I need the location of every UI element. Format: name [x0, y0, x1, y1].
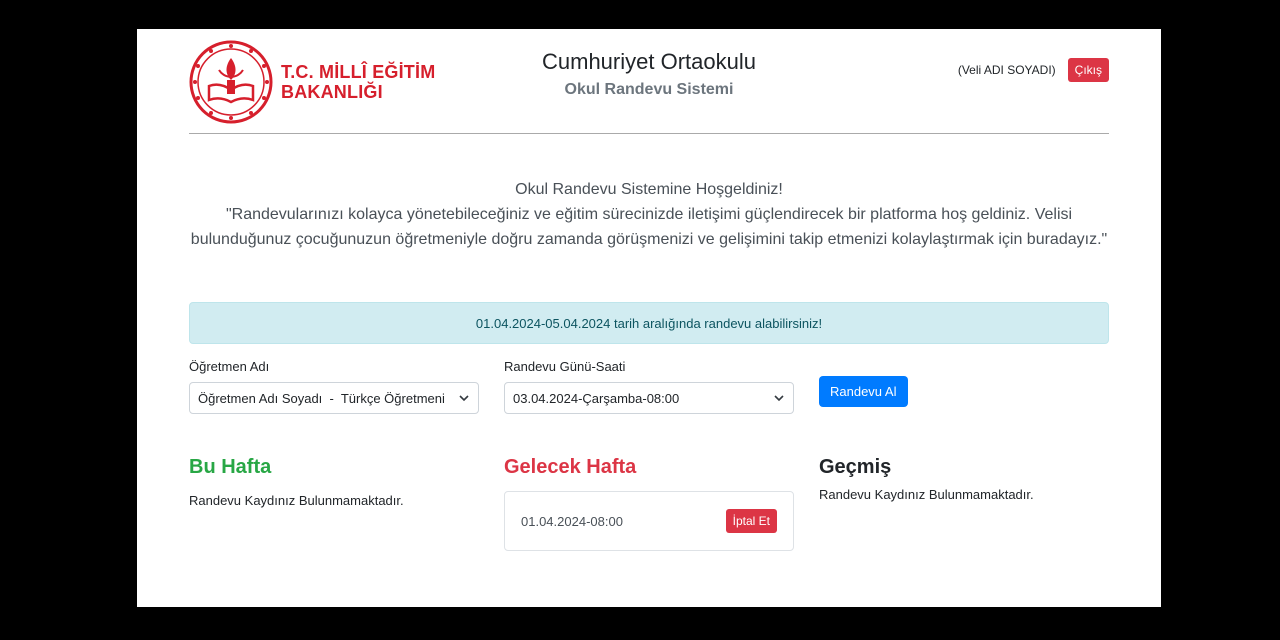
system-name: Okul Randevu Sistemi: [564, 81, 734, 98]
datetime-label: Randevu Günü-Saati: [504, 359, 626, 374]
welcome-line-2: bulunduğunuz çocuğunuzun öğretmeniyle do…: [190, 231, 1108, 248]
book-appointment-button[interactable]: Randevu Al: [819, 376, 908, 407]
page: T.C. MİLLÎ EĞİTİM BAKANLIĞI Cumhuriyet O…: [137, 29, 1161, 607]
this-week-section: Bu Hafta Randevu Kaydınız Bulunmamaktadı…: [189, 455, 479, 508]
user-area: (Veli ADI SOYADI) Çıkış: [958, 58, 1109, 82]
logout-button[interactable]: Çıkış: [1067, 58, 1109, 82]
appointment-card: 01.04.2024-08:00 İptal Et: [504, 491, 794, 551]
meb-emblem-icon: [189, 40, 273, 124]
user-name: (Veli ADI SOYADI): [957, 63, 1056, 77]
teacher-field-group: Öğretmen Adı Öğretmen Adı Soyadı - Türkç…: [189, 359, 479, 414]
this-week-title: Bu Hafta: [189, 456, 272, 478]
datetime-select-value: 03.04.2024-Çarşamba-08:00: [513, 390, 680, 406]
welcome-line-1: "Randevularınızı kolayca yönetebileceğin…: [225, 206, 1073, 223]
next-week-section: Gelecek Hafta 01.04.2024-08:00 İptal Et: [504, 455, 794, 551]
chevron-down-icon: [459, 395, 469, 402]
teacher-select[interactable]: Öğretmen Adı Soyadı - Türkçe Öğretmeni: [189, 382, 479, 414]
past-empty-text: Randevu Kaydınız Bulunmamaktadır.: [819, 487, 1034, 502]
next-week-title: Gelecek Hafta: [504, 456, 637, 478]
school-name: Cumhuriyet Ortaokulu: [542, 49, 756, 74]
meb-logo: T.C. MİLLÎ EĞİTİM BAKANLIĞI: [189, 37, 435, 127]
school-title-block: Cumhuriyet Ortaokulu Okul Randevu Sistem…: [489, 49, 809, 99]
logo-line-2: BAKANLIĞI: [281, 82, 383, 102]
datetime-field-group: Randevu Günü-Saati 03.04.2024-Çarşamba-0…: [504, 359, 794, 414]
this-week-empty-text: Randevu Kaydınız Bulunmamaktadır.: [189, 493, 404, 508]
appointment-datetime: 01.04.2024-08:00: [521, 513, 623, 529]
past-title: Geçmiş: [819, 456, 892, 478]
logo-line-1: T.C. MİLLÎ EĞİTİM: [281, 62, 436, 82]
chevron-down-icon: [774, 395, 784, 402]
header-divider: [189, 133, 1109, 134]
past-section: Geçmiş Randevu Kaydınız Bulunmamaktadır.: [819, 455, 1109, 502]
teacher-select-value: Öğretmen Adı Soyadı - Türkçe Öğretmeni: [198, 390, 445, 406]
welcome-title: Okul Randevu Sistemine Hoşgeldiniz!: [515, 181, 783, 198]
alert-text: 01.04.2024-05.04.2024 tarih aralığında r…: [475, 315, 823, 331]
datetime-select[interactable]: 03.04.2024-Çarşamba-08:00: [504, 382, 794, 414]
cancel-appointment-button[interactable]: İptal Et: [725, 509, 777, 533]
date-range-alert: 01.04.2024-05.04.2024 tarih aralığında r…: [189, 302, 1109, 344]
teacher-label: Öğretmen Adı: [189, 359, 270, 374]
header: T.C. MİLLÎ EĞİTİM BAKANLIĞI Cumhuriyet O…: [189, 37, 1109, 127]
welcome-message: Okul Randevu Sistemine Hoşgeldiniz! "Ran…: [189, 177, 1109, 252]
logo-text: T.C. MİLLÎ EĞİTİM BAKANLIĞI: [281, 62, 435, 102]
